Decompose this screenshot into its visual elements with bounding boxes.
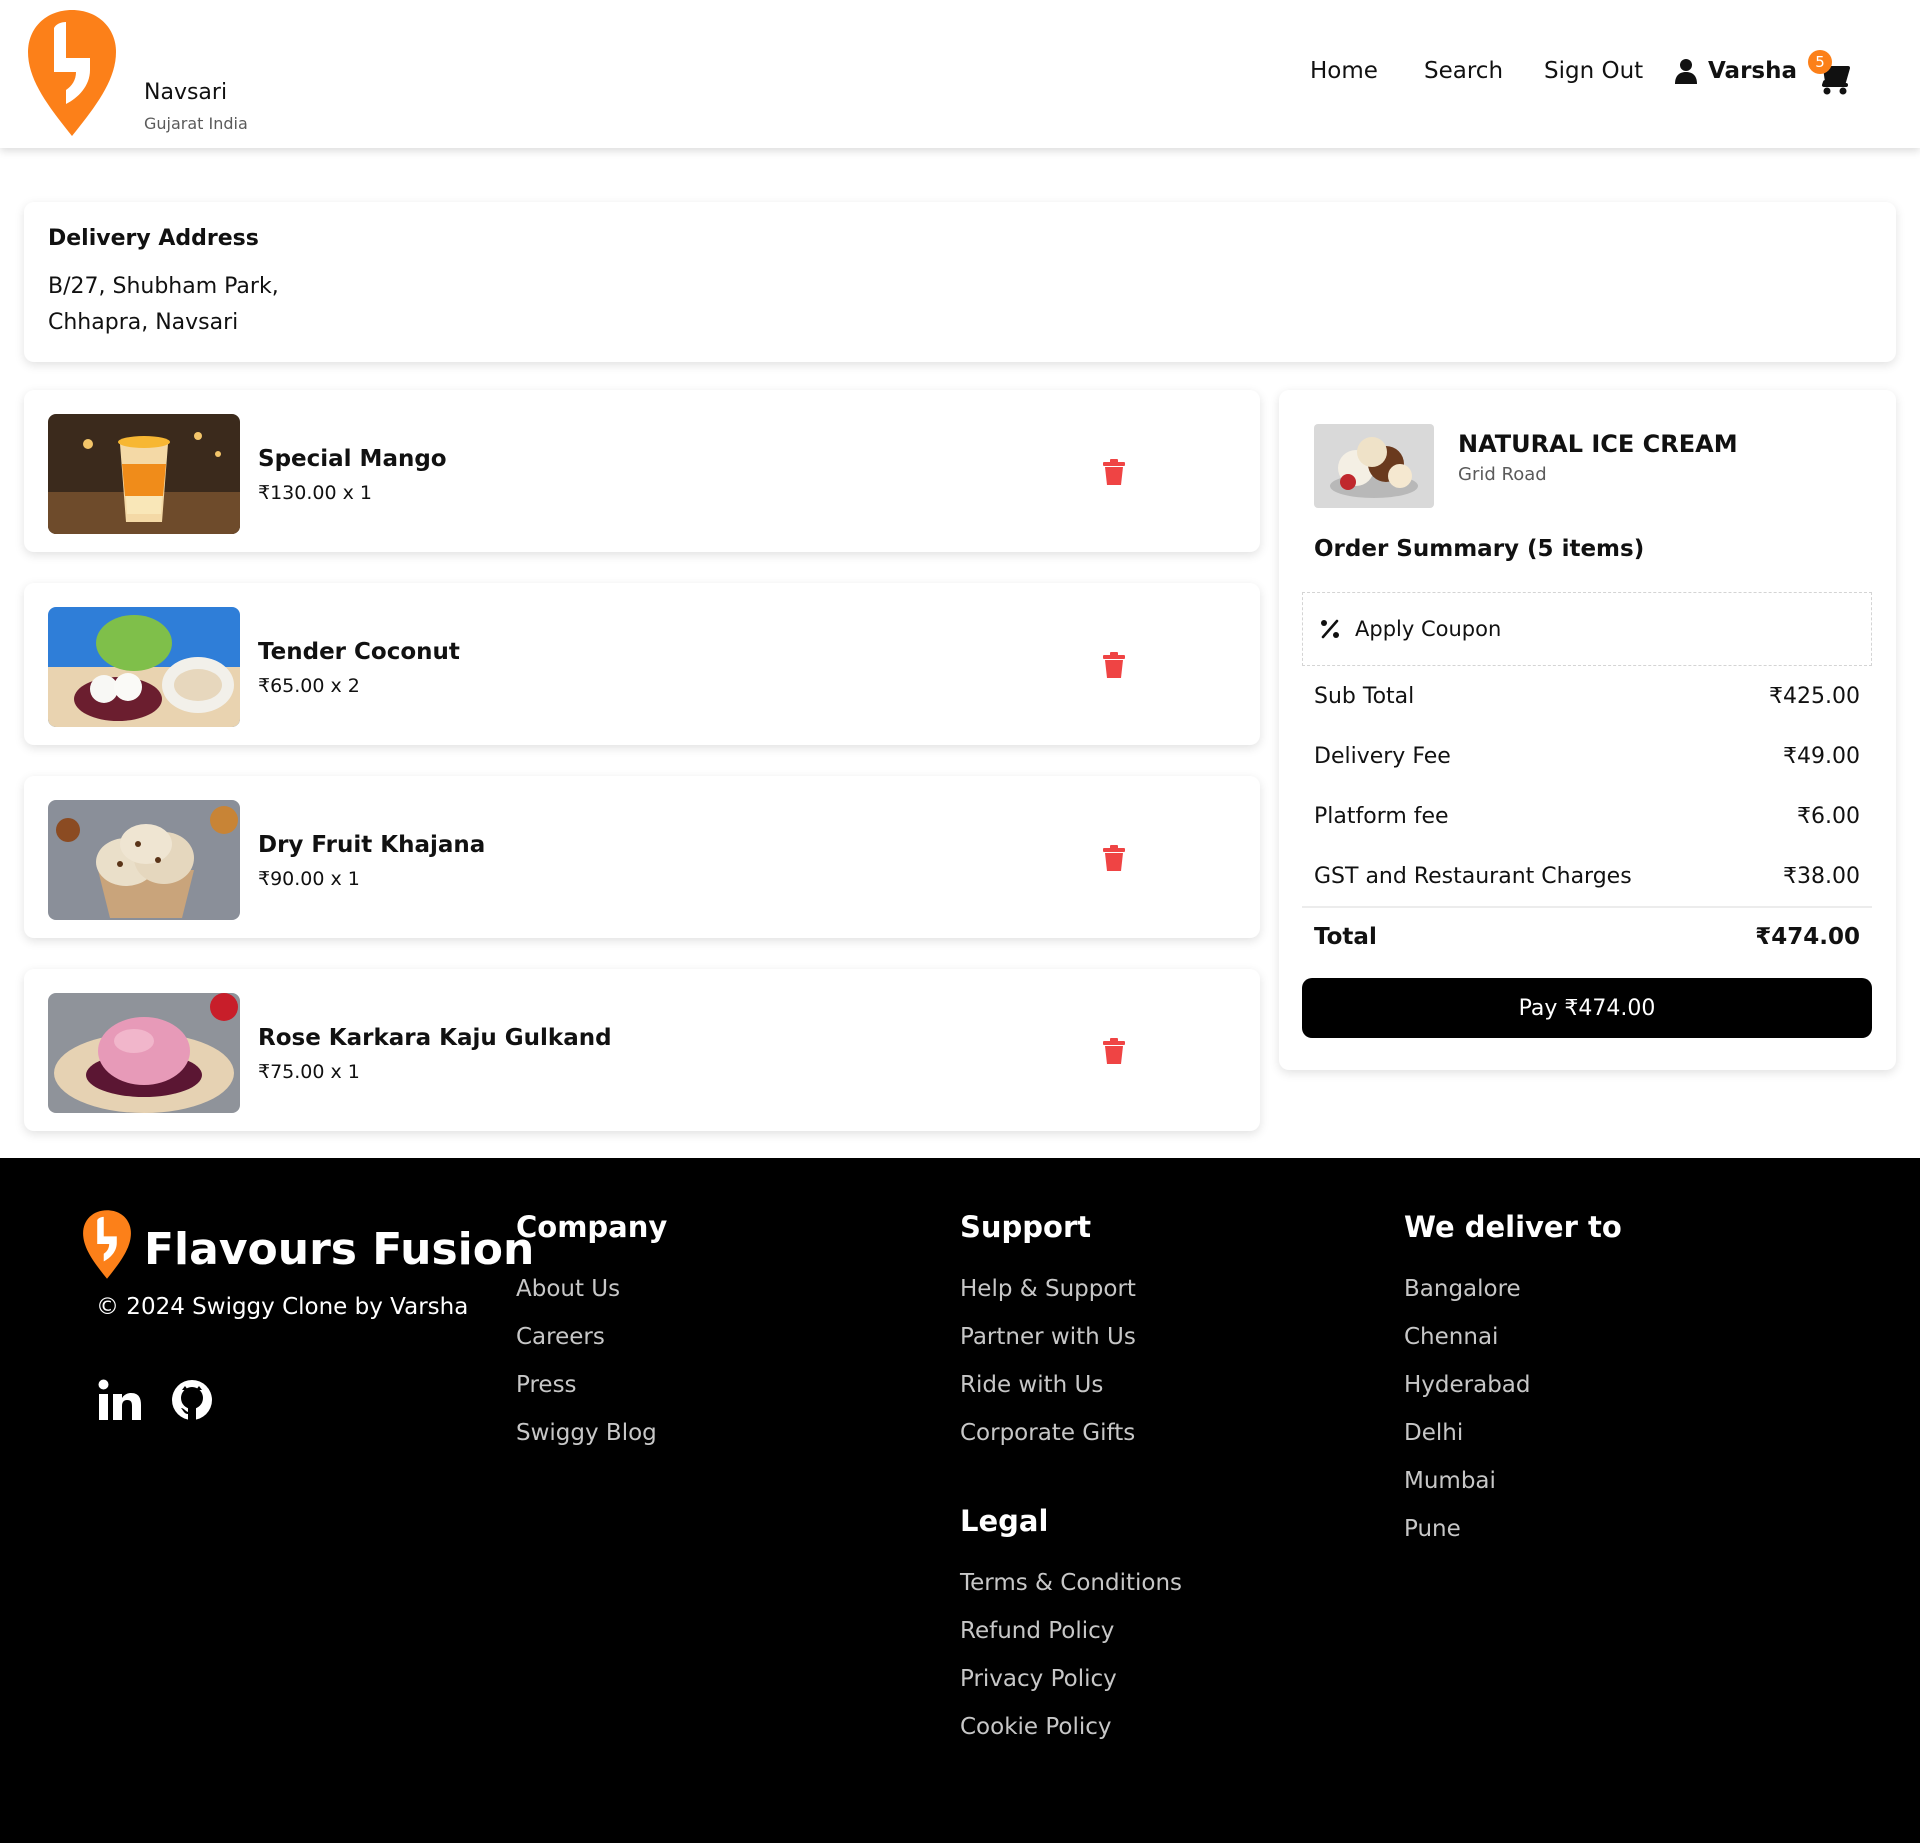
footer-link[interactable]: Press <box>516 1372 577 1398</box>
footer-link[interactable]: Corporate Gifts <box>960 1420 1135 1446</box>
footer-link[interactable]: Refund Policy <box>960 1618 1114 1644</box>
pay-button[interactable]: Pay ₹474.00 <box>1302 978 1872 1038</box>
restaurant-name: NATURAL ICE CREAM <box>1458 430 1738 458</box>
footer-heading-legal: Legal <box>960 1504 1049 1538</box>
item-name: Tender Coconut <box>258 639 460 665</box>
footer-copyright: © 2024 Swiggy Clone by Varsha <box>96 1294 469 1320</box>
summary-row-total: Total ₹474.00 <box>1314 924 1860 950</box>
apply-coupon-label: Apply Coupon <box>1355 617 1502 641</box>
footer-city-link[interactable]: Pune <box>1404 1516 1461 1542</box>
site-footer: Flavours Fusion © 2024 Swiggy Clone by V… <box>0 1158 1920 1843</box>
footer-city-link[interactable]: Chennai <box>1404 1324 1498 1350</box>
cart-item: Special Mango ₹130.00 x 1 <box>24 390 1260 552</box>
footer-heading-deliver: We deliver to <box>1404 1210 1622 1244</box>
footer-city-link[interactable]: Delhi <box>1404 1420 1463 1446</box>
tender-coconut-image <box>48 607 240 727</box>
footer-link[interactable]: Careers <box>516 1324 605 1350</box>
total-label: Total <box>1314 924 1377 950</box>
order-summary-title: Order Summary (5 items) <box>1314 536 1645 562</box>
item-name: Dry Fruit Khajana <box>258 832 486 858</box>
footer-link[interactable]: Ride with Us <box>960 1372 1103 1398</box>
summary-value: ₹6.00 <box>1797 804 1860 829</box>
summary-value: ₹49.00 <box>1783 744 1860 769</box>
address-line: Chhapra, Navsari <box>48 310 239 335</box>
cart-item: Dry Fruit Khajana ₹90.00 x 1 <box>24 776 1260 938</box>
percent-icon <box>1321 619 1339 639</box>
cart-count-badge: 5 <box>1808 50 1832 74</box>
summary-row-delivery-fee: Delivery Fee ₹49.00 <box>1314 744 1860 769</box>
total-value: ₹474.00 <box>1755 924 1860 950</box>
user-profile-link[interactable]: Varsha <box>1674 58 1797 84</box>
footer-link[interactable]: Help & Support <box>960 1276 1136 1302</box>
delete-trash-icon[interactable] <box>1102 459 1126 485</box>
summary-value: ₹38.00 <box>1783 864 1860 889</box>
footer-link[interactable]: Terms & Conditions <box>960 1570 1182 1596</box>
delete-trash-icon[interactable] <box>1102 845 1126 871</box>
order-summary-card: NATURAL ICE CREAM Grid Road Order Summar… <box>1279 390 1896 1070</box>
summary-value: ₹425.00 <box>1769 684 1860 709</box>
item-name: Rose Karkara Kaju Gulkand <box>258 1025 612 1051</box>
apply-coupon-button[interactable]: Apply Coupon <box>1302 592 1872 666</box>
summary-row-gst: GST and Restaurant Charges ₹38.00 <box>1314 864 1860 889</box>
item-price: ₹65.00 x 2 <box>258 675 360 697</box>
location-region: Gujarat India <box>144 114 248 133</box>
linkedin-icon[interactable] <box>96 1376 144 1424</box>
user-name: Varsha <box>1708 58 1797 84</box>
github-icon[interactable] <box>168 1376 216 1424</box>
footer-city-link[interactable]: Bangalore <box>1404 1276 1521 1302</box>
delete-trash-icon[interactable] <box>1102 1038 1126 1064</box>
delivery-address-card: Delivery Address B/27, Shubham Park, Chh… <box>24 202 1896 362</box>
restaurant-image <box>1314 424 1434 508</box>
summary-row-platform-fee: Platform fee ₹6.00 <box>1314 804 1860 829</box>
item-price: ₹75.00 x 1 <box>258 1061 360 1083</box>
summary-label: GST and Restaurant Charges <box>1314 864 1632 889</box>
footer-city-link[interactable]: Hyderabad <box>1404 1372 1531 1398</box>
user-icon <box>1675 59 1697 84</box>
item-price: ₹130.00 x 1 <box>258 482 372 504</box>
mango-drink-image <box>48 414 240 534</box>
summary-label: Platform fee <box>1314 804 1449 829</box>
footer-heading-company: Company <box>516 1210 668 1244</box>
cart-item: Rose Karkara Kaju Gulkand ₹75.00 x 1 <box>24 969 1260 1131</box>
location-city[interactable]: Navsari <box>144 80 227 105</box>
cart-item: Tender Coconut ₹65.00 x 2 <box>24 583 1260 745</box>
item-price: ₹90.00 x 1 <box>258 868 360 890</box>
footer-link[interactable]: Cookie Policy <box>960 1714 1112 1740</box>
address-line: B/27, Shubham Park, <box>48 274 279 299</box>
summary-row-subtotal: Sub Total ₹425.00 <box>1314 684 1860 709</box>
footer-link[interactable]: Privacy Policy <box>960 1666 1117 1692</box>
footer-brand-name: Flavours Fusion <box>144 1224 535 1275</box>
cart-button[interactable]: 5 <box>1808 50 1854 98</box>
footer-link[interactable]: Swiggy Blog <box>516 1420 657 1446</box>
item-name: Special Mango <box>258 446 447 472</box>
dry-fruit-icecream-image <box>48 800 240 920</box>
top-header: Navsari Gujarat India Home Search Sign O… <box>0 0 1920 148</box>
address-title: Delivery Address <box>48 226 259 251</box>
brand-logo-icon[interactable] <box>82 1208 132 1280</box>
rose-icecream-image <box>48 993 240 1113</box>
brand-logo-icon[interactable] <box>26 6 118 138</box>
summary-divider <box>1302 906 1872 908</box>
footer-link[interactable]: Partner with Us <box>960 1324 1136 1350</box>
summary-label: Delivery Fee <box>1314 744 1451 769</box>
footer-heading-support: Support <box>960 1210 1092 1244</box>
nav-home-link[interactable]: Home <box>1310 58 1378 84</box>
footer-link[interactable]: About Us <box>516 1276 620 1302</box>
footer-city-link[interactable]: Mumbai <box>1404 1468 1496 1494</box>
delete-trash-icon[interactable] <box>1102 652 1126 678</box>
restaurant-location: Grid Road <box>1458 464 1547 485</box>
nav-sign-out-link[interactable]: Sign Out <box>1544 58 1643 84</box>
summary-label: Sub Total <box>1314 684 1415 709</box>
nav-search-link[interactable]: Search <box>1424 58 1503 84</box>
